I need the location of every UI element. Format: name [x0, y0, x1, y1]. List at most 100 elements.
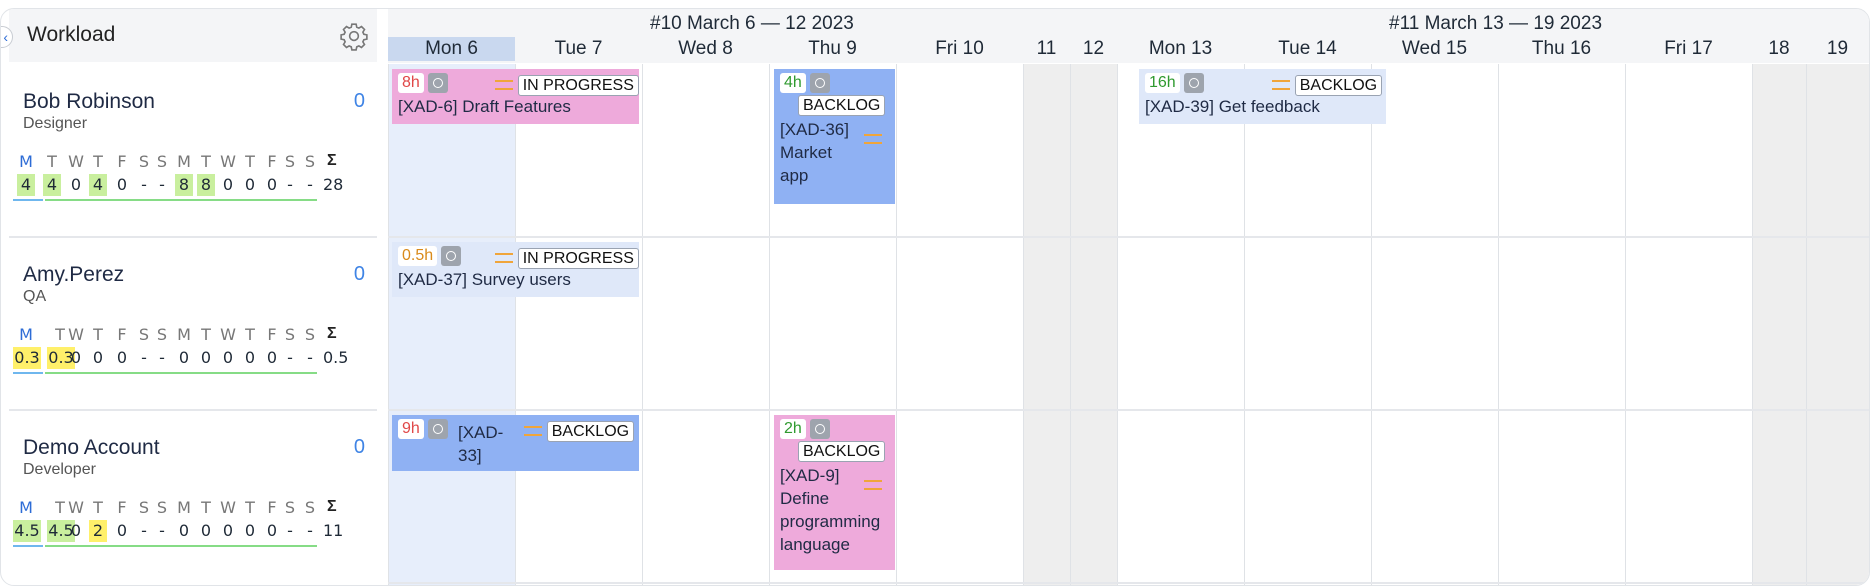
weekday-letter: T: [93, 152, 103, 171]
day-column[interactable]: [1371, 64, 1498, 585]
person-name[interactable]: Bob Robinson: [23, 90, 155, 114]
day-header: Fri 10: [935, 38, 984, 59]
day-column[interactable]: [1244, 64, 1371, 585]
task-card[interactable]: 16h BACKLOG [XAD-39] Get feedback: [1139, 69, 1386, 124]
person-name[interactable]: Demo Account: [23, 436, 160, 460]
task-title: [XAD-39] Get feedback: [1145, 97, 1320, 116]
estimate-badge: 4h: [780, 73, 806, 93]
clock-icon[interactable]: [809, 419, 830, 439]
weekday-letter: W: [220, 152, 236, 171]
task-card[interactable]: 8h IN PROGRESS [XAD-6] Draft Features: [392, 69, 639, 124]
day-column[interactable]: [1752, 64, 1806, 585]
weekday-letter: T: [201, 498, 211, 517]
day-header: Wed 8: [678, 38, 733, 59]
priority-icon: [495, 80, 513, 90]
day-hours-value: 0: [266, 348, 278, 367]
estimate-badge: 8h: [398, 73, 424, 93]
day-header: Tue 7: [554, 38, 603, 59]
day-hours-value: 0: [222, 175, 234, 194]
clock-icon[interactable]: [427, 73, 448, 93]
capacity-underline: [45, 199, 317, 201]
day-column[interactable]: [1806, 64, 1869, 585]
day-header: 12: [1082, 38, 1105, 59]
task-card[interactable]: 9h BACKLOG [XAD-33] Register: [392, 415, 639, 471]
day-hours-value: 0: [116, 175, 128, 194]
status-badge[interactable]: BACKLOG: [546, 421, 635, 442]
status-badge[interactable]: BACKLOG: [798, 95, 886, 116]
day-hours-value: -: [287, 348, 293, 367]
weekday-letter: M: [19, 498, 33, 517]
clock-icon[interactable]: [441, 246, 462, 266]
panel-title: Workload: [27, 23, 116, 46]
day-hours-value: -: [159, 348, 165, 367]
estimate-badge: 2h: [780, 419, 806, 439]
day-hours-value: 0: [116, 348, 128, 367]
day-header: Mon 6: [388, 37, 515, 61]
clock-icon[interactable]: [1183, 73, 1204, 93]
status-badge[interactable]: IN PROGRESS: [517, 75, 639, 96]
task-card[interactable]: 2h BACKLOG [XAD-9] Define programming la…: [774, 415, 895, 570]
day-hours-value: 0: [222, 348, 234, 367]
weekday-letter: M: [177, 325, 191, 344]
day-column[interactable]: [1498, 64, 1625, 585]
task-title: [XAD-9] Define programming language: [780, 466, 881, 554]
day-hours-value: 0: [70, 175, 82, 194]
person-name[interactable]: Amy.Perez: [23, 263, 124, 287]
person-role: Developer: [23, 461, 96, 478]
day-hours-value: -: [307, 348, 313, 367]
day-hours-value: 0: [222, 521, 234, 540]
day-hours-value: -: [141, 175, 147, 194]
clock-icon[interactable]: [809, 73, 830, 93]
day-header: 11: [1036, 38, 1057, 59]
status-badge[interactable]: IN PROGRESS: [517, 248, 639, 269]
weekday-letter: S: [284, 152, 296, 171]
day-column[interactable]: [1023, 64, 1070, 585]
status-badge[interactable]: BACKLOG: [798, 441, 886, 462]
weekday-letter: M: [19, 325, 33, 344]
day-column[interactable]: [896, 64, 1023, 585]
total-hours: 28: [323, 175, 344, 194]
day-hours-value: 0: [70, 521, 82, 540]
weekday-letter: W: [68, 325, 84, 344]
person-row: Demo Account Developer 0 MTWTFSSMTWTFSSΣ…: [9, 410, 377, 582]
weekday-letter: W: [220, 498, 236, 517]
status-badge[interactable]: BACKLOG: [1294, 75, 1383, 96]
day-column[interactable]: [1625, 64, 1752, 585]
day-hours-value: 4.5: [13, 520, 41, 542]
day-column[interactable]: [515, 64, 642, 585]
day-column[interactable]: [388, 64, 515, 585]
priority-icon: [864, 480, 882, 490]
task-title: [XAD-37] Survey users: [398, 270, 571, 289]
weekday-letter: S: [284, 325, 296, 344]
weekday-letter: F: [117, 152, 127, 171]
day-header: Thu 9: [808, 38, 857, 59]
day-column[interactable]: [1070, 64, 1117, 585]
task-count: 0: [353, 436, 365, 458]
day-hours-value: 0: [178, 348, 190, 367]
weekday-letter: W: [220, 325, 236, 344]
day-column[interactable]: [642, 64, 769, 585]
weekday-letter: S: [138, 498, 150, 517]
clock-icon[interactable]: [427, 419, 448, 439]
sum-symbol: Σ: [327, 325, 337, 342]
week-label: #10 March 6 — 12 2023: [650, 13, 854, 34]
estimate-badge: 0.5h: [398, 246, 438, 266]
day-hours-value: 4: [89, 174, 107, 196]
day-hours-value: 0: [70, 348, 82, 367]
weekday-letter: M: [177, 498, 191, 517]
weekday-letter: T: [245, 498, 255, 517]
task-card[interactable]: 0.5h IN PROGRESS [XAD-37] Survey users: [392, 242, 639, 297]
sum-symbol: Σ: [327, 498, 337, 515]
person-role: QA: [23, 288, 47, 305]
day-header: Fri 17: [1664, 38, 1713, 59]
task-card[interactable]: 4h BACKLOG [XAD-36] Market app: [774, 69, 895, 204]
task-title: [XAD-33] Register: [458, 423, 521, 471]
priority-icon: [495, 253, 513, 263]
day-column[interactable]: [1117, 64, 1244, 585]
day-hours-value: 0: [266, 521, 278, 540]
weekday-letter: T: [93, 325, 103, 344]
workload-view: ‹ Workload Bob Robinson Designer 0 MTWTF…: [0, 8, 1870, 586]
person-row: Bob Robinson Designer 0 MTWTFSSMTWTFSSΣ4…: [9, 64, 377, 236]
gear-icon[interactable]: [339, 21, 369, 51]
day-hours-value: 4: [43, 174, 61, 196]
